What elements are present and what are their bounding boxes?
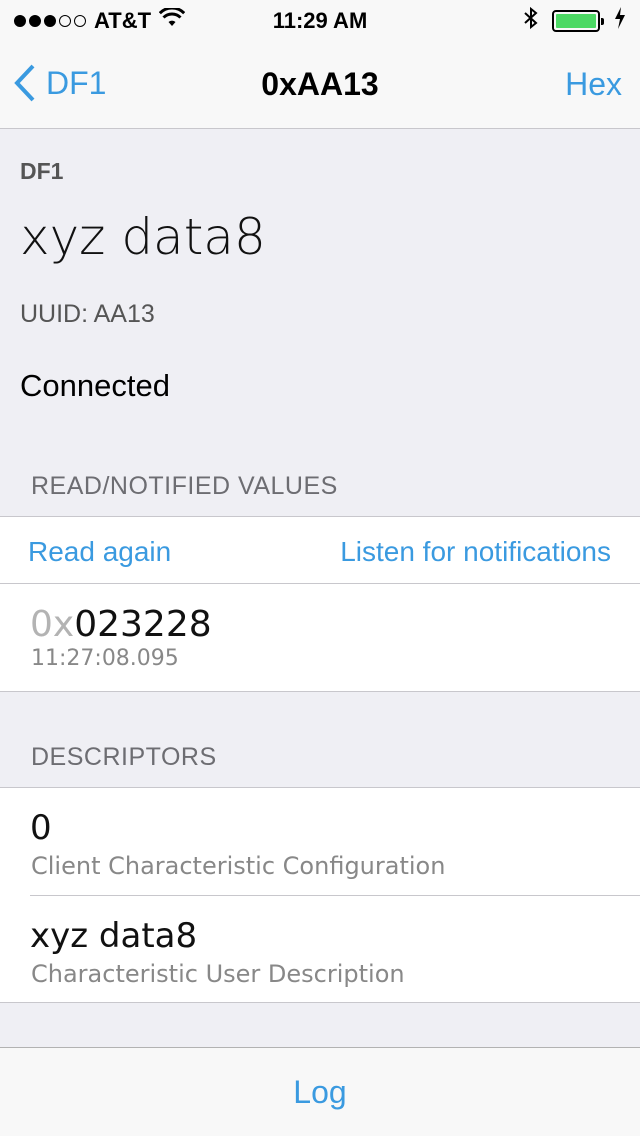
descriptors-group: 0 Client Characteristic Configuration xy…: [0, 787, 640, 1003]
top-bar: AT&T 11:29 AM DF1 0xAA13 Hex: [0, 0, 640, 129]
screen: AT&T 11:29 AM DF1 0xAA13 Hex DF1 xyz dat…: [0, 0, 640, 1136]
descriptor-value: 0: [30, 808, 52, 848]
read-values-section-title: READ/NOTIFIED VALUES: [31, 472, 338, 500]
uuid-label: UUID: AA13: [20, 300, 155, 328]
charging-icon: [614, 7, 626, 35]
nav-title: 0xAA13: [261, 66, 379, 102]
navigation-bar: DF1 0xAA13 Hex: [0, 40, 640, 128]
descriptor-label: Client Characteristic Configuration: [31, 852, 446, 880]
descriptor-label: Characteristic User Description: [31, 960, 405, 988]
characteristic-name: xyz data8: [20, 208, 266, 266]
value-prefix: 0x: [30, 604, 75, 645]
listen-notifications-button[interactable]: Listen for notifications: [340, 536, 611, 568]
descriptor-value: xyz data8: [30, 916, 198, 956]
status-right: [524, 6, 626, 36]
read-value: 0x023228: [30, 604, 212, 645]
value-hex: 023228: [74, 604, 212, 645]
connection-status: Connected: [20, 368, 170, 403]
log-button[interactable]: Log: [0, 1074, 640, 1111]
hex-toggle-button[interactable]: Hex: [565, 66, 622, 103]
battery-icon: [552, 10, 604, 32]
descriptors-section-title: DESCRIPTORS: [31, 743, 217, 771]
value-timestamp: 11:27:08.095: [31, 646, 179, 671]
read-again-button[interactable]: Read again: [28, 536, 171, 568]
bluetooth-icon: [524, 6, 538, 36]
bottom-toolbar: Log: [0, 1047, 640, 1136]
read-values-group: Read again Listen for notifications 0x02…: [0, 516, 640, 692]
status-bar: AT&T 11:29 AM: [0, 0, 640, 40]
descriptor-row[interactable]: xyz data8 Characteristic User Descriptio…: [0, 896, 640, 1003]
descriptor-row[interactable]: 0 Client Characteristic Configuration: [0, 788, 640, 895]
value-row: 0x023228 11:27:08.095: [0, 584, 640, 692]
service-name: DF1: [20, 158, 64, 184]
